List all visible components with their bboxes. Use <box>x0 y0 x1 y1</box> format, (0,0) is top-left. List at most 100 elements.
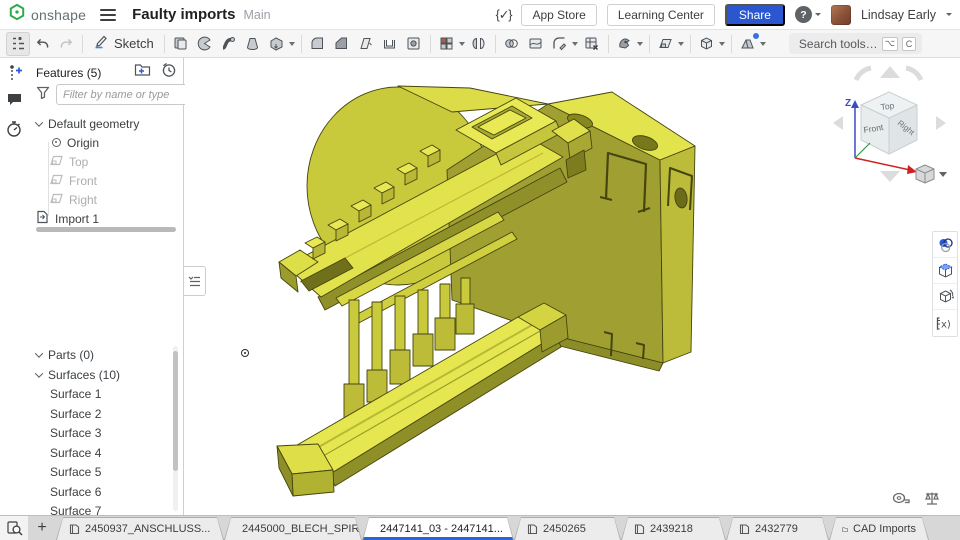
parts-section-header[interactable]: Parts (0) <box>36 345 179 364</box>
draft-icon[interactable] <box>354 32 378 56</box>
key-alt-badge: ⌥ <box>882 37 898 51</box>
front-plane-label: Front <box>69 174 97 188</box>
extrude-icon[interactable] <box>169 32 193 56</box>
user-name[interactable]: Lindsay Early <box>861 8 936 22</box>
tab-2450937[interactable]: 2450937_ANSCHLUSS... <box>56 517 224 540</box>
workspace-name[interactable]: Main <box>243 8 270 22</box>
transform-menu-caret[interactable] <box>637 42 643 46</box>
tree-item-top-plane[interactable]: Top <box>36 152 179 171</box>
main-menu-icon[interactable] <box>100 9 116 21</box>
sheet-metal-menu-caret[interactable] <box>760 42 766 46</box>
list-item-surface-6[interactable]: Surface 6 <box>36 482 179 501</box>
tree-item-import1[interactable]: Import 1 <box>36 209 179 228</box>
import1-label: Import 1 <box>55 212 99 226</box>
tab-2450265[interactable]: 2450265 <box>514 517 621 540</box>
mass-properties-icon[interactable] <box>922 489 942 507</box>
measure-variables-icon[interactable]: x) <box>933 310 957 336</box>
origin-label: Origin <box>67 136 99 150</box>
tape-measure-icon[interactable] <box>890 489 910 507</box>
comments-icon[interactable] <box>0 86 28 112</box>
feature-list-toggle-icon[interactable] <box>6 32 30 56</box>
manage-tabs-icon[interactable] <box>0 516 28 540</box>
surfaces-section-header[interactable]: Surfaces (10) <box>36 365 179 384</box>
thicken-menu-caret[interactable] <box>289 42 295 46</box>
onshape-logo[interactable]: onshape <box>8 3 86 26</box>
surfaces-scrollbar-thumb[interactable] <box>173 351 178 471</box>
tab-2439218[interactable]: 2439218 <box>621 517 726 540</box>
sweep-icon[interactable] <box>217 32 241 56</box>
plane-icon[interactable] <box>654 32 678 56</box>
part-studio-icon <box>634 523 645 535</box>
modify-fillet-menu-caret[interactable] <box>572 42 578 46</box>
transform-icon[interactable] <box>613 32 637 56</box>
share-button[interactable]: Share <box>725 4 785 26</box>
part-origin-marker <box>241 349 249 357</box>
revolve-icon[interactable] <box>193 32 217 56</box>
tab-2432779[interactable]: 2432779 <box>726 517 829 540</box>
pattern-icon[interactable] <box>435 32 459 56</box>
list-item-surface-1[interactable]: Surface 1 <box>36 384 179 403</box>
named-view-icon[interactable] <box>695 32 719 56</box>
isometric-view-icon[interactable] <box>933 258 957 284</box>
folder-icon <box>842 524 848 535</box>
graphics-viewport[interactable]: Top Front Right Z X <box>185 58 960 515</box>
sketch-button[interactable]: Sketch <box>87 32 160 56</box>
search-tools[interactable]: Search tools… ⌥ C <box>789 33 922 54</box>
parts-chevron-icon[interactable] <box>35 349 43 357</box>
hole-icon[interactable] <box>402 32 426 56</box>
app-store-button[interactable]: App Store <box>521 4 596 26</box>
sheet-metal-icon[interactable] <box>736 32 760 56</box>
user-menu-caret-icon[interactable] <box>946 13 952 16</box>
named-view-menu-caret[interactable] <box>719 42 725 46</box>
learning-center-button[interactable]: Learning Center <box>607 4 715 26</box>
feature-toolbar: Sketch Se <box>0 30 960 58</box>
fillet-icon[interactable] <box>306 32 330 56</box>
plane-top-icon <box>50 155 63 169</box>
new-folder-icon[interactable] <box>134 62 151 83</box>
sketch-label: Sketch <box>114 36 154 51</box>
undo-icon[interactable] <box>30 32 54 56</box>
section-view-icon[interactable] <box>933 284 957 310</box>
tab-2447141-active[interactable]: 2447141_03 - 2447141... <box>362 517 514 540</box>
extensions-icon[interactable]: {✓} <box>496 7 512 22</box>
features-horizontal-scrollbar[interactable] <box>36 227 176 232</box>
appearance-panel-icon[interactable] <box>933 232 957 258</box>
shell-icon[interactable] <box>378 32 402 56</box>
tree-item-right-plane[interactable]: Right <box>36 190 179 209</box>
delete-face-icon[interactable] <box>580 32 604 56</box>
list-item-surface-4[interactable]: Surface 4 <box>36 443 179 462</box>
filter-icon[interactable] <box>36 86 50 104</box>
model-plate-right <box>660 146 695 363</box>
tab-cad-imports[interactable]: CAD Imports <box>829 517 929 540</box>
plane-menu-caret[interactable] <box>678 42 684 46</box>
rollback-icon[interactable] <box>161 62 177 83</box>
list-item-surface-3[interactable]: Surface 3 <box>36 423 179 442</box>
tree-item-front-plane[interactable]: Front <box>36 171 179 190</box>
mirror-icon[interactable] <box>467 32 491 56</box>
list-item-surface-5[interactable]: Surface 5 <box>36 462 179 481</box>
tree-item-origin[interactable]: Origin <box>36 133 179 152</box>
pattern-menu-caret[interactable] <box>459 42 465 46</box>
redo-icon[interactable] <box>54 32 78 56</box>
thicken-icon[interactable] <box>265 32 289 56</box>
left-icon-strip <box>0 58 28 515</box>
boolean-icon[interactable] <box>500 32 524 56</box>
view-cube: Top Front Right Z X <box>833 66 947 183</box>
split-icon[interactable] <box>524 32 548 56</box>
part-studio-icon <box>527 523 538 535</box>
user-avatar[interactable] <box>831 5 851 25</box>
tree-item-default-geometry[interactable]: Default geometry <box>36 114 179 133</box>
help-icon[interactable]: ? <box>795 6 812 23</box>
modify-fillet-icon[interactable] <box>548 32 572 56</box>
chamfer-icon[interactable] <box>330 32 354 56</box>
surfaces-chevron-icon[interactable] <box>35 369 43 377</box>
chevron-down-icon[interactable] <box>35 118 43 126</box>
versions-icon[interactable] <box>0 60 28 86</box>
new-tab-button[interactable]: + <box>28 516 56 540</box>
history-icon[interactable] <box>0 116 28 142</box>
loft-icon[interactable] <box>241 32 265 56</box>
list-item-surface-2[interactable]: Surface 2 <box>36 404 179 423</box>
feature-list-collapse-handle[interactable] <box>184 266 206 296</box>
tab-2445000[interactable]: 2445000_BLECH_SPIR... <box>224 517 362 540</box>
help-menu[interactable]: ? <box>795 6 821 23</box>
